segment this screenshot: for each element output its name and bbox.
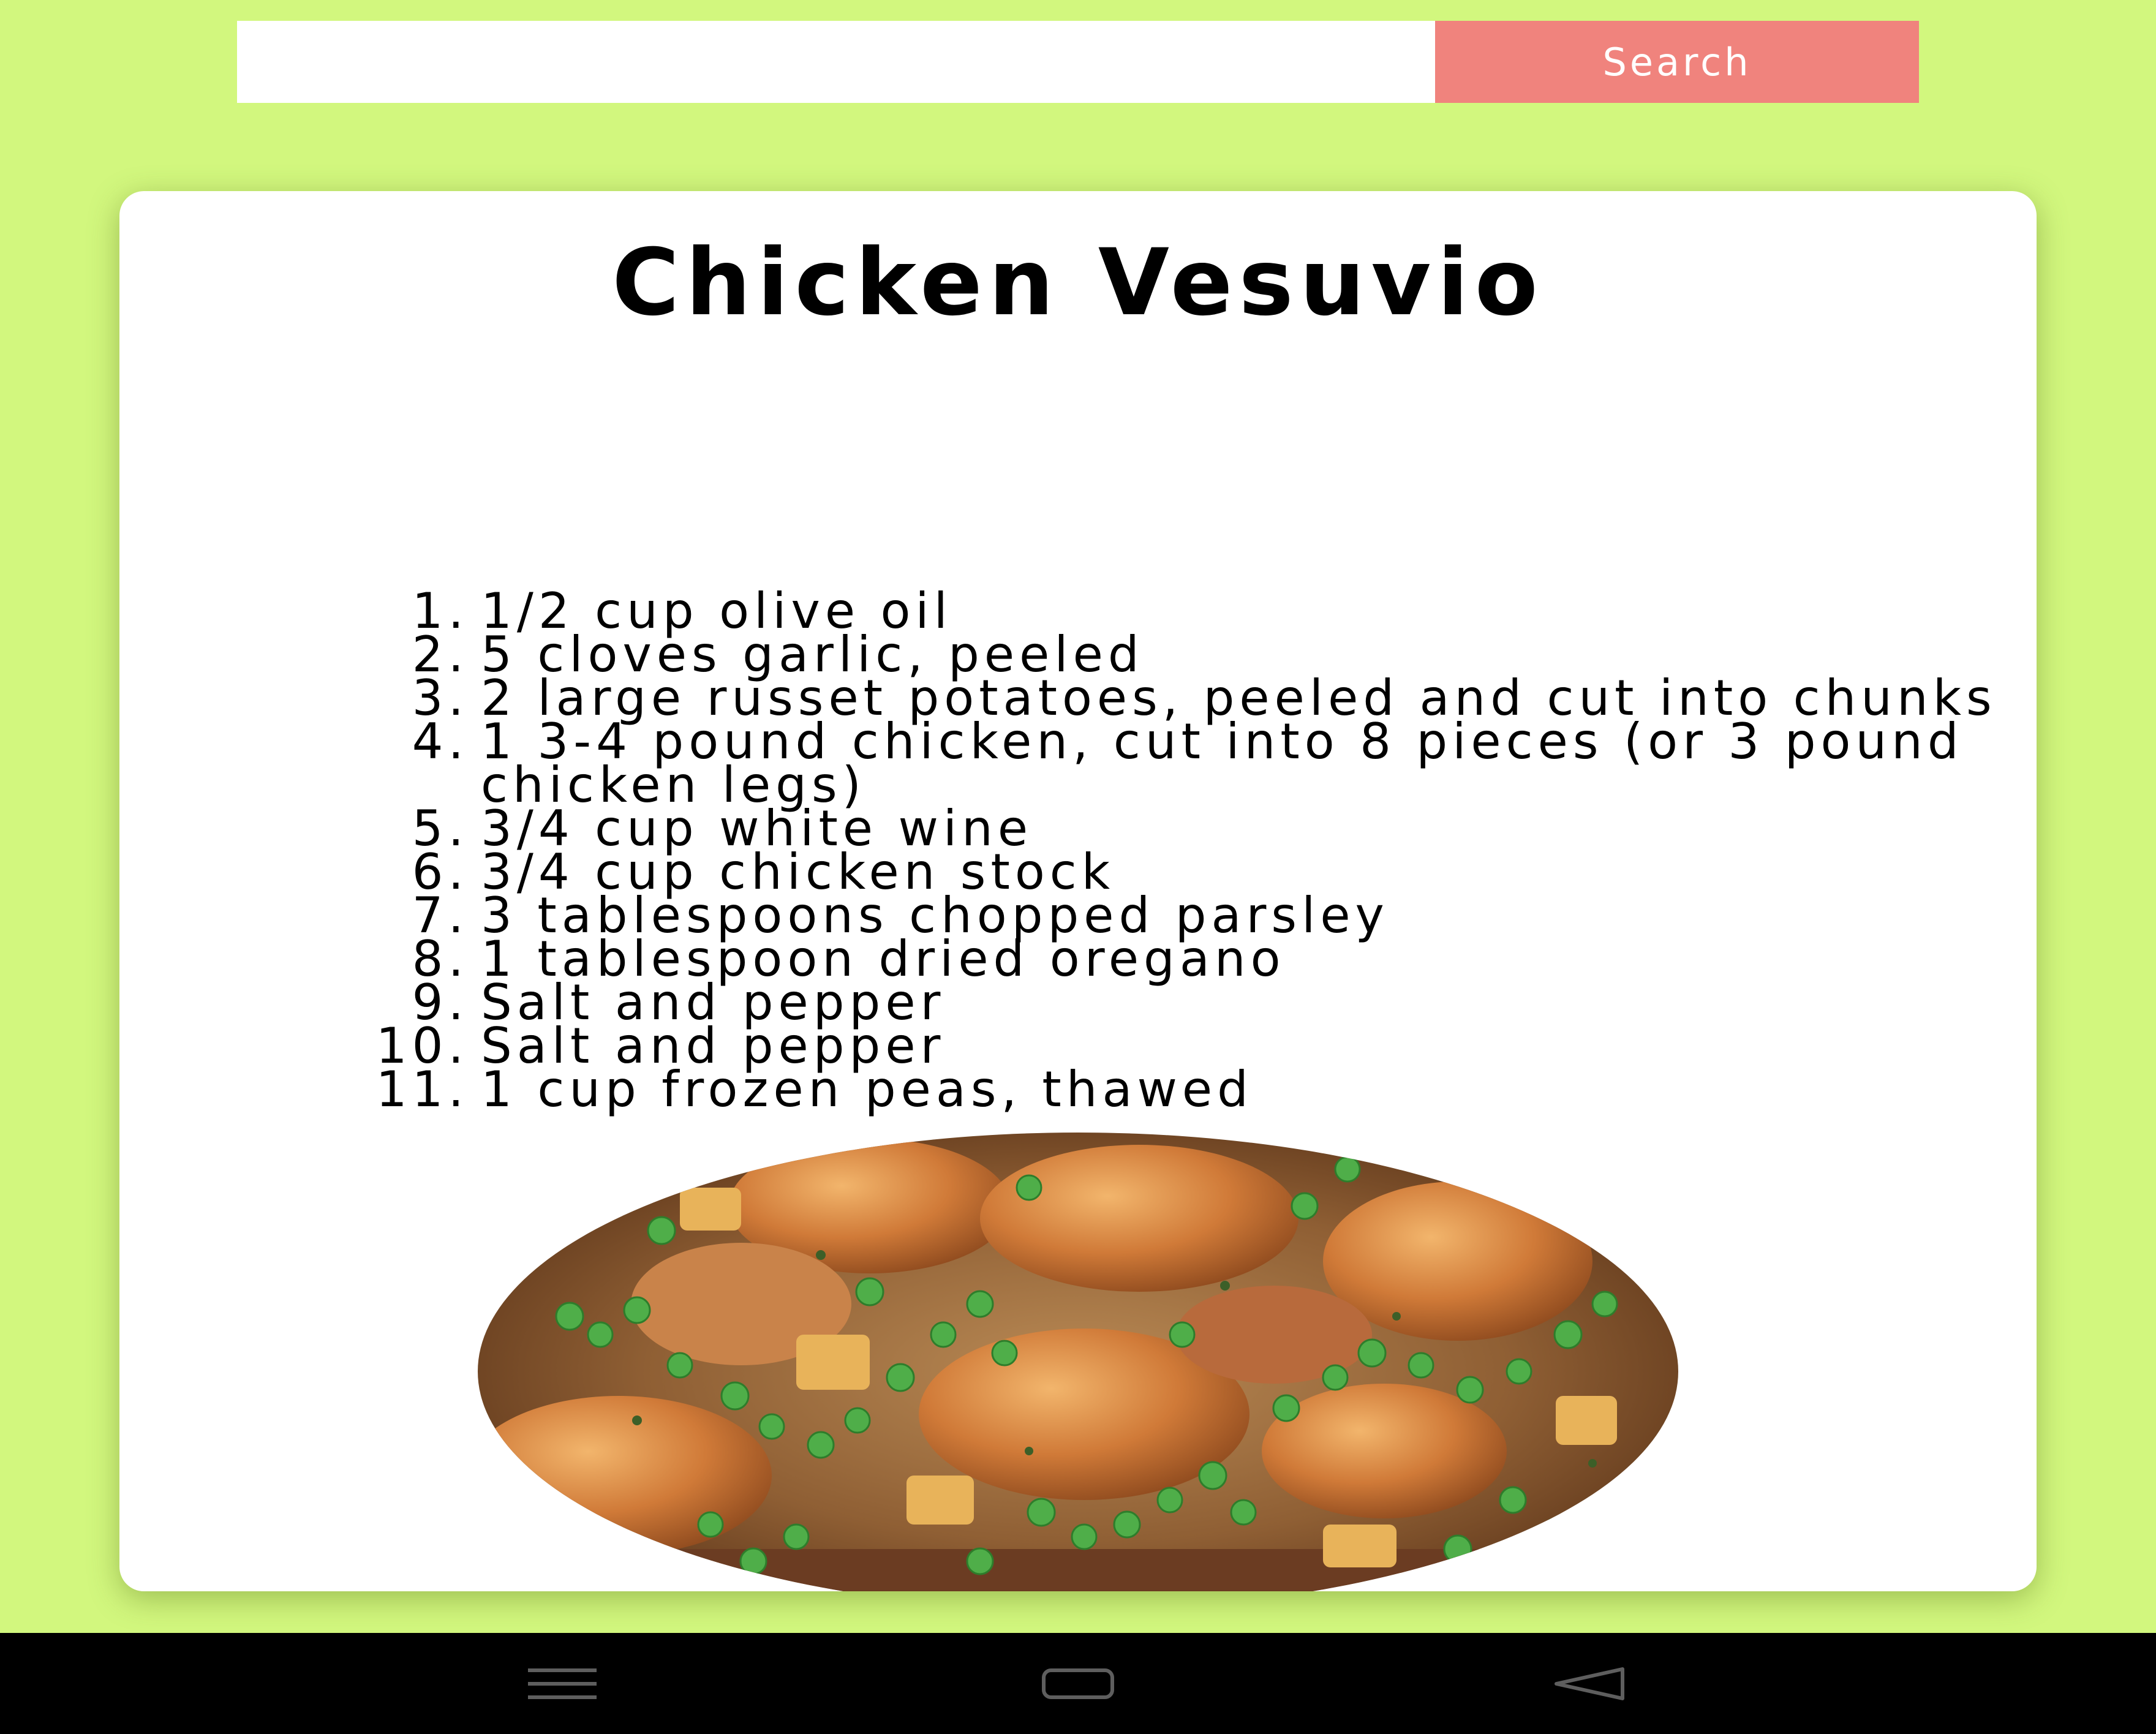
dish-photo <box>478 1133 1678 1591</box>
search-bar: Search <box>237 21 1919 103</box>
search-button[interactable]: Search <box>1435 21 1919 103</box>
home-icon <box>1042 1668 1114 1699</box>
ingredient-number: 11. <box>375 1061 469 1118</box>
search-input[interactable] <box>237 21 1435 103</box>
nav-back-button[interactable] <box>1528 1633 1651 1734</box>
ingredient-number: 4. <box>412 713 469 770</box>
dish-photo-graphic <box>478 1133 1678 1591</box>
recipe-title: Chicken Vesuvio <box>612 230 1544 336</box>
nav-menu-button[interactable] <box>501 1633 624 1734</box>
ingredient-text: 1 cup frozen peas, thawed <box>481 1061 1253 1118</box>
ingredient-text: 1 3-4 pound chicken, cut into 8 pieces (… <box>481 713 1964 813</box>
nav-home-button[interactable] <box>1017 1633 1139 1734</box>
recipe-card: Chicken Vesuvio 1. 1/2 cup olive oil 2. 5 … <box>119 191 2037 1591</box>
ingredient-item: 4. 1 3-4 pound chicken, cut into 8 pieces… <box>364 713 2030 810</box>
system-nav-bar <box>0 1633 2156 1734</box>
back-icon <box>1555 1667 1624 1700</box>
ingredient-list: 1. 1/2 cup olive oil 2. 5 cloves garlic, p… <box>364 587 2030 1118</box>
ingredient-item: 11. 1 cup frozen peas, thawed <box>364 1061 2030 1118</box>
menu-icon <box>528 1668 597 1699</box>
